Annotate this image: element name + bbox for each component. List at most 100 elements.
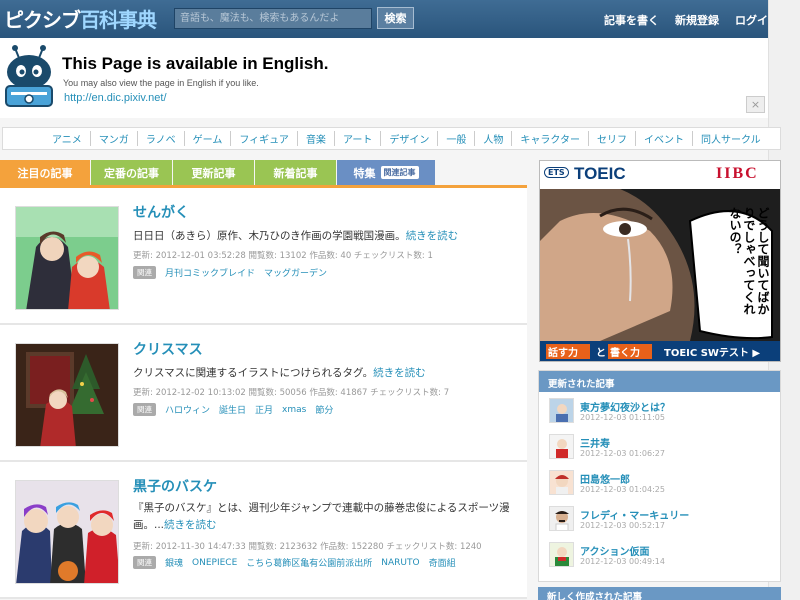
tab-2[interactable]: 定番の記事 [91,160,172,185]
category-link[interactable]: アート [333,131,380,146]
tag-link[interactable]: 節分 [315,403,333,416]
tab-badge: 関連記事 [380,166,419,179]
article-thumbnail[interactable] [15,343,119,447]
article-item: せんがく 日日日（あきら）原作、木乃ひのき作画の学園戦国漫画。続きを読む 更新:… [0,188,527,325]
register-link[interactable]: 新規登録 [675,12,719,28]
tab-5[interactable]: 特集 関連記事 [337,160,435,185]
ad-speech-bubble: どうして聞いてばかりでしゃべってくれないの？ [728,207,770,315]
logo-main: ピクシブ [4,8,81,32]
recent-item-title: 三井寿 [580,439,610,450]
article-description: クリスマスに関連するイラストにつけられるタグ。続きを読む [133,365,518,382]
toeic-logo: TOEIC [574,164,626,183]
article-title[interactable]: 黒子のバスケ [133,476,217,496]
category-link[interactable]: フィギュア [230,131,297,146]
article-meta: 更新: 2012-12-02 10:13:02 閲覧数: 50056 作品数: … [133,388,450,398]
article-meta: 更新: 2012-12-01 03:52:28 閲覧数: 13102 作品数: … [133,251,433,261]
category-link[interactable]: 音楽 [296,131,334,146]
search-button[interactable]: 検索 [377,7,414,29]
iibc-logo: IIBC [716,165,759,182]
article-tags: 関連 銀魂 ONEPIECE こちら葛飾区亀有公園前派出所 NARUTO 奇面組 [133,556,456,569]
read-more-link[interactable]: 続きを読む [164,519,217,531]
related-badge: 関連 [133,556,156,569]
read-more-link[interactable]: 続きを読む [373,367,426,379]
tab-label: 定番の記事 [104,166,159,180]
category-link[interactable]: イベント [634,131,692,146]
tag-link[interactable]: NARUTO [381,558,419,568]
recent-item-time: 2012-12-03 00:49:14 [580,557,665,566]
logo-accent: 百科事典 [80,8,157,32]
article-description-text: クリスマスに関連するイラストにつけられるタグ。 [133,367,374,379]
tab-3[interactable]: 更新記事 [173,160,254,185]
related-badge: 関連 [133,403,156,416]
category-link[interactable]: キャラクター [511,131,588,146]
recent-item-thumbnail [549,434,574,459]
tag-link[interactable]: 誕生日 [219,403,246,416]
recent-item-thumbnail [549,470,574,495]
category-link[interactable]: ラノベ [136,131,184,146]
tag-link[interactable]: 月刊コミックブレイド [165,266,255,279]
recent-item-time: 2012-12-03 00:52:17 [580,521,665,530]
recent-item[interactable]: 田島悠一郎 2012-12-03 01:04:25 [539,464,780,500]
recent-item-thumbnail [549,506,574,531]
read-more-link[interactable]: 続きを読む [406,230,459,242]
category-link[interactable]: 人物 [474,131,511,146]
ets-logo: ETS [544,167,569,178]
english-banner: This Page is available in English. You m… [0,38,768,118]
tag-link[interactable]: マッグガーデン [264,266,327,279]
ad-test-label: TOEIC SWテスト ▶ [664,348,761,359]
tag-link[interactable]: こちら葛飾区亀有公園前派出所 [246,556,372,569]
ad-speak-label: 話す力 [548,348,578,359]
tag-link[interactable]: ONEPIECE [192,558,237,568]
recent-item-title: フレディ・マーキュリー [580,511,690,522]
category-link[interactable]: 同人サークル [691,131,769,146]
english-site-link[interactable]: http://en.dic.pixiv.net/ [64,92,167,104]
category-link[interactable]: マンガ [89,131,137,146]
pixiv-mascot-icon [5,45,53,107]
article-title[interactable]: せんがく [133,202,189,222]
recent-item[interactable]: 三井寿 2012-12-03 01:06:27 [539,428,780,464]
recent-item-thumbnail [549,398,574,423]
article-description: 日日日（あきら）原作、木乃ひのき作画の学園戦国漫画。続きを読む [133,228,518,245]
recent-articles-box: 更新された記事 東方夢幻夜沙とは？ 2012-12-03 01:11:05 三井… [538,370,781,582]
recent-item-time: 2012-12-03 01:06:27 [580,449,665,458]
toeic-ad[interactable]: ETS TOEIC IIBC どうして聞いてばかりでしゃべってくれないの？ 話す… [539,160,781,362]
recent-item[interactable]: アクション仮面 2012-12-03 00:49:14 [539,536,780,572]
tab-1[interactable]: 注目の記事 [0,160,90,185]
tag-link[interactable]: 正月 [255,403,273,416]
write-article-link[interactable]: 記事を書く [604,12,659,28]
recent-articles-heading: 更新された記事 [539,371,780,392]
tag-link[interactable]: ハロウィン [165,403,210,416]
recent-item-time: 2012-12-03 01:04:25 [580,485,665,494]
tag-link[interactable]: 銀魂 [165,556,183,569]
recent-item-time: 2012-12-03 01:11:05 [580,413,665,422]
category-link[interactable]: デザイン [380,131,437,146]
recent-item-title: 田島悠一郎 [580,475,630,486]
tab-label: 更新記事 [191,166,236,180]
category-nav: アニメ マンガ ラノベ ゲーム フィギュア 音楽 アート デザイン 一般 人物 キャラクター セリフイ… [2,127,781,150]
site-header: ピクシブ百科事典 検索 記事を書く 新規登録 ログイ [0,0,768,38]
site-logo[interactable]: ピクシブ百科事典 [4,4,157,33]
search-input[interactable] [174,8,372,29]
category-link[interactable]: セリフ [587,131,635,146]
article-thumbnail[interactable] [15,480,119,584]
tag-link[interactable]: 奇面組 [429,556,456,569]
recent-item[interactable]: 東方夢幻夜沙とは？ 2012-12-03 01:11:05 [539,392,780,428]
category-link[interactable]: 一般 [437,131,474,146]
tab-label: 注目の記事 [17,166,73,180]
ad-write-label: 書く力 [610,348,640,359]
tag-link[interactable]: xmas [282,405,306,415]
article-tabs: 注目の記事 定番の記事 更新記事 新着記事 特集 関連記事 [0,160,436,185]
article-description-text: 日日日（あきら）原作、木乃ひのき作画の学園戦国漫画。 [133,230,406,242]
tab-4[interactable]: 新着記事 [255,160,336,185]
close-banner-button[interactable]: × [746,96,765,113]
article-title[interactable]: クリスマス [133,339,203,359]
article-thumbnail[interactable] [15,206,119,310]
ad-and-label: と [596,348,606,359]
english-banner-subtitle: You may also view the page in English if… [63,78,259,88]
category-link[interactable]: アニメ [44,131,90,146]
recent-item-title: アクション仮面 [580,547,650,558]
header-nav: 記事を書く 新規登録 ログイ [604,12,768,28]
recent-item[interactable]: フレディ・マーキュリー 2012-12-03 00:52:17 [539,500,780,536]
login-link[interactable]: ログイ [735,12,768,28]
category-link[interactable]: ゲーム [183,131,231,146]
